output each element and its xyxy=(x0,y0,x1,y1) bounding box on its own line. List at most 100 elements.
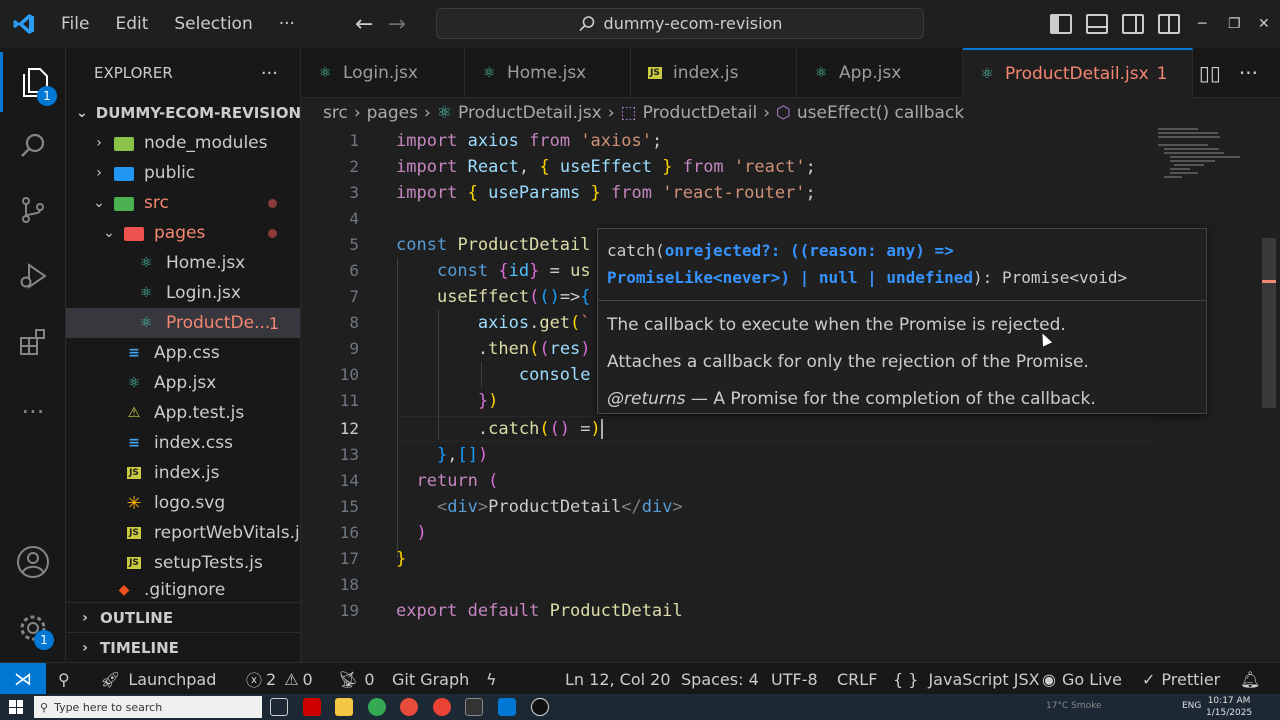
terminal-icon[interactable] xyxy=(465,698,483,716)
go-live-button[interactable]: ◉ Go Live xyxy=(1042,663,1122,695)
windows-start-icon[interactable] xyxy=(9,700,23,714)
breadcrumb-src[interactable]: src xyxy=(323,103,348,123)
explorer-activity[interactable]: 1 xyxy=(0,52,66,112)
command-center-text: dummy-ecom-revision xyxy=(603,14,783,33)
restore-icon[interactable]: ❐ xyxy=(1228,0,1241,48)
line-ending[interactable]: CRLF xyxy=(837,663,877,695)
tree-label: node_modules xyxy=(144,133,268,153)
tree-label: .gitignore xyxy=(144,580,226,600)
outline-section[interactable]: › OUTLINE xyxy=(66,602,300,632)
tree-file-gitignore[interactable]: ◆ .gitignore xyxy=(66,578,300,602)
tree-folder-node-modules[interactable]: › node_modules xyxy=(66,128,300,158)
clock-time: 10:17 AM xyxy=(1207,696,1251,706)
prettier-button[interactable]: ✓ Prettier xyxy=(1142,663,1220,695)
launchpad-button[interactable]: 🚀︎ Launchpad xyxy=(100,663,216,695)
extensions-activity[interactable] xyxy=(0,312,66,372)
close-window-icon[interactable]: ✕ xyxy=(1258,0,1270,48)
explorer-more-icon[interactable]: ··· xyxy=(261,63,278,84)
line-number: 14 xyxy=(339,471,359,490)
error-icon: ⓧ xyxy=(246,671,263,690)
hover-returns: @returns — A Promise for the completion … xyxy=(607,381,1197,418)
manage-activity[interactable]: 1 xyxy=(0,598,66,658)
tab-label: Home.jsx xyxy=(507,63,587,83)
hover-signature: catch(onrejected?: ((reason: any) => Pro… xyxy=(598,229,1206,301)
cursor-position[interactable]: Ln 12, Col 20 xyxy=(565,663,671,695)
ports-count: 0 xyxy=(364,669,375,689)
line-number: 15 xyxy=(339,497,359,516)
tree-file-app-jsx[interactable]: ⚛ App.jsx xyxy=(66,368,300,398)
clock[interactable]: 10:17 AM 1/15/2025 xyxy=(1206,695,1252,719)
search-activity[interactable] xyxy=(0,116,66,176)
command-center[interactable]: dummy-ecom-revision xyxy=(436,8,924,39)
back-arrow-icon[interactable]: ← xyxy=(355,12,373,37)
tree-folder-src[interactable]: ⌄ src xyxy=(66,188,300,218)
language-mode[interactable]: { } JavaScript JSX xyxy=(893,663,1040,695)
toggle-secondary-sidebar-icon[interactable] xyxy=(1122,14,1144,34)
accounts-activity[interactable] xyxy=(0,532,66,592)
prettier-label: Prettier xyxy=(1161,669,1221,689)
language-indicator[interactable]: ENG xyxy=(1182,701,1201,711)
tree-file-index-css[interactable]: ≡ index.css xyxy=(66,428,300,458)
forward-arrow-icon[interactable]: → xyxy=(387,12,405,37)
menu-more[interactable]: ··· xyxy=(266,14,308,34)
toggle-panel-icon[interactable] xyxy=(1086,14,1108,34)
editor-more-icon[interactable]: ··· xyxy=(1239,61,1258,85)
tree-folder-pages[interactable]: ⌄ pages xyxy=(66,218,300,248)
tree-file-setuptests[interactable]: JS setupTests.js xyxy=(66,548,300,578)
workspace-root[interactable]: ⌄ DUMMY-ECOM-REVISION xyxy=(66,98,300,128)
tab-productdetail[interactable]: ⚛ ProductDetail.jsx 1 xyxy=(963,48,1193,98)
tree-file-app-css[interactable]: ≡ App.css xyxy=(66,338,300,368)
tree-file-login[interactable]: ⚛ Login.jsx xyxy=(66,278,300,308)
file-explorer-icon[interactable] xyxy=(335,698,353,716)
tree-file-home[interactable]: ⚛ Home.jsx xyxy=(66,248,300,278)
github-icon[interactable] xyxy=(531,698,549,716)
tab-app-jsx[interactable]: ⚛ App.jsx xyxy=(797,48,963,98)
git-graph-button[interactable]: Git Graph xyxy=(392,663,469,695)
tree-folder-public[interactable]: › public xyxy=(66,158,300,188)
tree-file-reportwebvitals[interactable]: JS reportWebVitals.js xyxy=(66,518,300,548)
customize-layout-icon[interactable] xyxy=(1158,14,1180,34)
problems-button[interactable]: ⓧ 2 ⚠ 0 xyxy=(246,663,313,695)
recorder-icon[interactable] xyxy=(400,698,418,716)
menu-edit[interactable]: Edit xyxy=(102,14,161,34)
run-debug-activity[interactable] xyxy=(0,246,66,306)
minimap[interactable] xyxy=(1158,128,1258,188)
code-line-9: .then((res) xyxy=(396,339,591,359)
taskbar-search[interactable]: ⚲ Type here to search xyxy=(34,696,262,718)
timeline-section[interactable]: › TIMELINE xyxy=(66,632,300,662)
tree-file-app-test[interactable]: ⚠ App.test.js xyxy=(66,398,300,428)
git-file-icon: ◆ xyxy=(118,582,130,598)
lightning-icon[interactable]: ϟ xyxy=(486,663,497,695)
source-control-activity[interactable] xyxy=(0,180,66,240)
breadcrumb-file[interactable]: ProductDetail.jsx xyxy=(458,103,602,123)
vscode-taskbar-icon[interactable] xyxy=(498,698,516,716)
tree-file-productdetail[interactable]: ⚛ ProductDe... 1 xyxy=(66,308,300,338)
notifications-bell-icon[interactable]: 🔔︎ xyxy=(1240,663,1260,695)
tab-home[interactable]: ⚛ Home.jsx xyxy=(465,48,631,98)
tree-file-index-js[interactable]: JS index.js xyxy=(66,458,300,488)
task-view-icon[interactable] xyxy=(270,698,288,716)
indentation[interactable]: Spaces: 4 xyxy=(681,663,759,695)
git-branch-icon[interactable]: ⚲ xyxy=(58,663,70,695)
chrome-profile-icon[interactable] xyxy=(433,698,451,716)
split-editor-icon[interactable]: ▯▯ xyxy=(1199,61,1221,85)
tab-login[interactable]: ⚛ Login.jsx xyxy=(301,48,465,98)
breadcrumb-callback[interactable]: useEffect() callback xyxy=(797,103,964,123)
chrome-icon[interactable] xyxy=(368,698,386,716)
js-file-icon: JS xyxy=(127,527,141,539)
ports-button[interactable]: 📡︎ 0 xyxy=(338,663,375,695)
tab-index-js[interactable]: JS index.js xyxy=(631,48,797,98)
editor-scrollbar[interactable] xyxy=(1262,128,1276,662)
scroll-thumb[interactable] xyxy=(1262,238,1276,408)
remote-indicator-icon[interactable]: ⋊ xyxy=(0,663,46,695)
more-views-icon[interactable]: ··· xyxy=(0,382,66,442)
toggle-primary-sidebar-icon[interactable] xyxy=(1050,14,1072,34)
minimize-icon[interactable]: ─ xyxy=(1198,0,1206,48)
tree-file-logo-svg[interactable]: ✳ logo.svg xyxy=(66,488,300,518)
menu-file[interactable]: File xyxy=(48,14,102,34)
breadcrumb-pages[interactable]: pages xyxy=(367,103,418,123)
acrobat-icon[interactable] xyxy=(303,698,321,716)
breadcrumb-component[interactable]: ProductDetail xyxy=(643,103,758,123)
encoding[interactable]: UTF-8 xyxy=(771,663,818,695)
menu-selection[interactable]: Selection xyxy=(161,14,265,34)
